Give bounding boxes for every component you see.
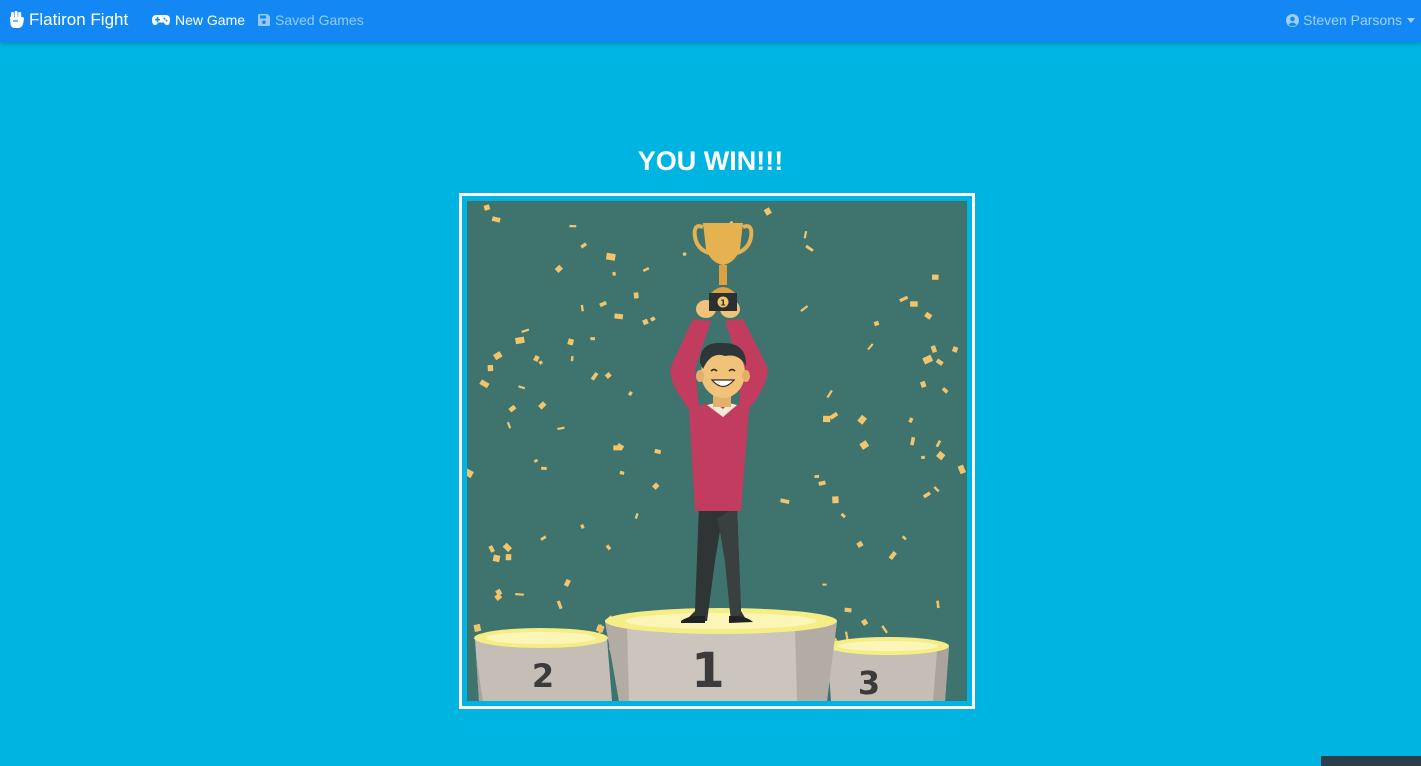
nav-new-game-label: New Game [175,12,246,28]
confetti-piece [822,415,831,423]
confetti-piece [473,623,482,632]
floppy-disk-icon [258,14,270,26]
nav-saved-games[interactable]: Saved Games [258,11,364,29]
svg-text:1: 1 [720,299,726,308]
gamepad-icon [152,14,170,26]
confetti-piece [492,554,501,563]
nav-saved-games-label: Saved Games [275,12,364,28]
confetti-piece [487,364,494,372]
user-circle-icon [1286,13,1300,27]
confetti-piece [569,224,577,228]
user-menu-toggle[interactable]: Steven Parsons [1286,11,1415,29]
confetti-piece [605,252,616,261]
podium-label-2: 2 [532,657,554,695]
chevron-down-icon [1407,17,1415,23]
confetti-piece [844,607,852,613]
user-name: Steven Parsons [1303,12,1402,28]
confetti-piece [932,274,939,280]
confetti-piece [814,475,820,478]
page-title: YOU WIN!!! [637,146,784,176]
confetti-piece [570,355,574,362]
navbar: Flatiron Fight New Game Saved Games Stev… [0,0,1421,42]
raised-fist-icon [10,11,24,29]
confetti-piece [590,337,595,341]
confetti-piece [832,496,839,504]
nav-new-game[interactable]: New Game [152,11,245,29]
winner-illustration-frame: 1 2 1 3 [459,193,975,709]
confetti-piece [505,554,512,561]
confetti-piece [910,301,918,307]
podium-label-1: 1 [691,643,724,699]
brand-link[interactable]: Flatiron Fight [10,9,128,31]
confetti-piece [612,271,616,276]
footer-corner [1321,756,1421,766]
confetti-piece [614,313,624,320]
confetti-piece [822,583,827,586]
confetti-piece [541,466,547,471]
winner-illustration: 1 2 1 3 [467,201,967,701]
podium-label-3: 3 [858,664,880,701]
brand-name: Flatiron Fight [29,10,129,29]
confetti-piece [633,292,639,299]
